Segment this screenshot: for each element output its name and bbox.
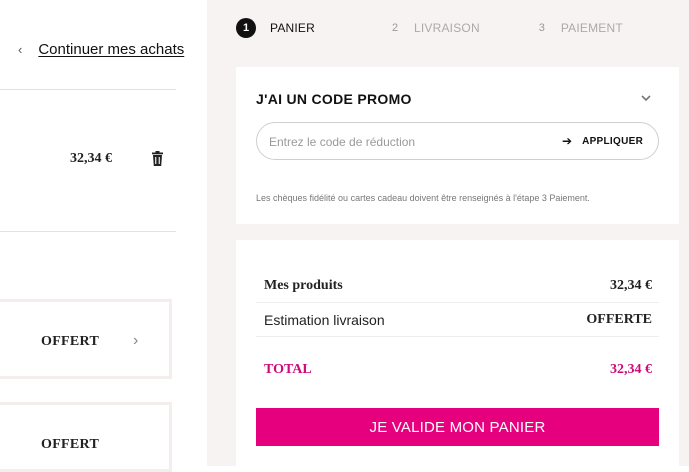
promo-code-card: J'AI UN CODE PROMO ➔ APPLIQUER Les chèqu… [236, 67, 679, 224]
divider [256, 302, 659, 303]
offer-label: OFFERT [41, 334, 100, 349]
order-summary-card: Mes produits 32,34 € Estimation livraiso… [236, 240, 679, 466]
offer-label: OFFERT [41, 437, 100, 452]
chevron-right-icon[interactable]: › [133, 332, 138, 350]
total-value: 32,34 € [610, 362, 652, 377]
divider [0, 231, 176, 232]
checkout-steps: 1 PANIER 2 LIVRAISON 3 PAIEMENT [236, 18, 623, 38]
step-label: LIVRAISON [414, 21, 480, 35]
total-label: TOTAL [264, 362, 312, 377]
continue-shopping-label: Continuer mes achats [38, 41, 185, 58]
promo-field: ➔ APPLIQUER [256, 122, 659, 160]
divider [0, 89, 176, 90]
summary-row-total: TOTAL 32,34 € [264, 362, 652, 378]
summary-row-shipping: Estimation livraison OFFERTE [264, 312, 652, 328]
apply-label: APPLIQUER [582, 135, 644, 147]
arrow-right-icon: ➔ [562, 134, 573, 148]
step-panier: 1 PANIER [236, 18, 315, 38]
cart-items-panel: ‹ Continuer mes achats 32,34 € OFFERT › … [0, 0, 207, 472]
chevron-down-icon[interactable] [640, 92, 652, 104]
divider [256, 336, 659, 337]
summary-row-products: Mes produits 32,34 € [264, 278, 652, 294]
step-livraison: 2 LIVRAISON [385, 18, 480, 38]
step-label: PANIER [270, 21, 315, 35]
item-price: 32,34 € [70, 151, 112, 166]
step-label: PAIEMENT [560, 21, 623, 35]
promo-title: J'AI UN CODE PROMO [256, 91, 412, 107]
trash-icon[interactable] [151, 151, 164, 166]
step-paiement: 3 PAIEMENT [532, 18, 623, 38]
step-number: 1 [236, 18, 256, 38]
promo-note: Les chèques fidélité ou cartes cadeau do… [256, 193, 590, 203]
step-number: 2 [391, 22, 399, 34]
apply-promo-button[interactable]: ➔ APPLIQUER [562, 134, 643, 148]
validate-cart-button[interactable]: JE VALIDE MON PANIER [256, 408, 659, 446]
shipping-label: Estimation livraison [264, 312, 385, 328]
continue-shopping-link[interactable]: ‹ Continuer mes achats [18, 41, 184, 58]
step-number: 3 [538, 22, 545, 34]
products-label: Mes produits [264, 278, 343, 293]
products-value: 32,34 € [610, 278, 652, 293]
chevron-left-icon: ‹ [18, 42, 23, 57]
promo-code-input[interactable] [267, 132, 551, 152]
shipping-value: OFFERTE [586, 312, 652, 327]
